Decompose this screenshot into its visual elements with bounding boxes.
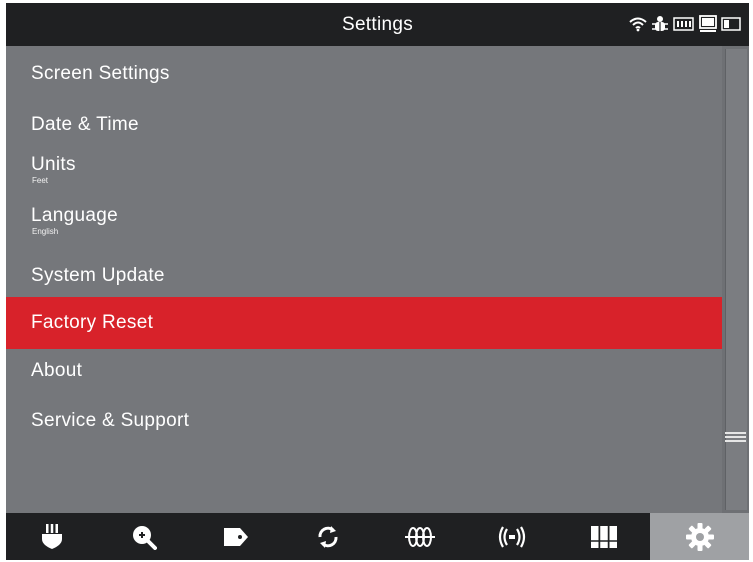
menu-item-screen-settings[interactable]: Screen Settings: [6, 46, 722, 101]
tag-tool-button[interactable]: [190, 513, 282, 560]
menu-item-language[interactable]: Language English: [6, 196, 722, 251]
window-icon: [721, 17, 741, 31]
grid-tool-button[interactable]: [558, 513, 650, 560]
menu-item-label: Factory Reset: [31, 312, 154, 333]
menu-item-label: Service & Support: [31, 410, 190, 431]
probe-tool-button[interactable]: [6, 513, 98, 560]
tag-icon: [222, 526, 250, 548]
bottom-toolbar: [6, 513, 749, 560]
refresh-tool-button[interactable]: [282, 513, 374, 560]
menu-item-system-update[interactable]: System Update: [6, 251, 722, 296]
menu-item-label: Date & Time: [31, 114, 139, 135]
settings-tool-button[interactable]: [650, 513, 749, 560]
menu-item-value: English: [32, 227, 59, 236]
menu-item-label: About: [31, 360, 83, 381]
menu-item-units[interactable]: Units Feet: [6, 146, 722, 196]
device-screen: Settings Screen Settings Date & Time Uni…: [6, 3, 749, 560]
battery-icon: [673, 17, 695, 31]
title-bar: Settings: [6, 3, 749, 46]
wifi-icon: [629, 16, 647, 32]
signal-tool-button[interactable]: [466, 513, 558, 560]
coil-tool-button[interactable]: [374, 513, 466, 560]
status-icons: [629, 14, 741, 34]
zoom-in-icon: [131, 524, 157, 550]
menu-item-label: Units: [31, 154, 76, 175]
menu-item-value: Feet: [32, 176, 49, 185]
gear-icon: [685, 522, 715, 552]
menu-item-factory-reset[interactable]: Factory Reset: [6, 297, 722, 349]
menu-item-label: Language: [31, 205, 118, 226]
menu-item-about[interactable]: About: [6, 349, 722, 394]
menu-item-label: Screen Settings: [31, 63, 170, 84]
menu-item-date-time[interactable]: Date & Time: [6, 101, 722, 146]
menu-item-service-support[interactable]: Service & Support: [6, 394, 722, 446]
menu-item-label: System Update: [31, 265, 165, 286]
signal-icon: [495, 524, 529, 550]
zoom-tool-button[interactable]: [98, 513, 190, 560]
monitor-icon: [699, 15, 717, 33]
refresh-icon: [315, 524, 341, 550]
scroll-handle[interactable]: [722, 428, 749, 446]
bug-icon: [651, 15, 669, 33]
grid-icon: [590, 525, 618, 549]
probe-icon: [40, 523, 64, 551]
coil-icon: [404, 525, 436, 549]
settings-menu: Screen Settings Date & Time Units Feet L…: [6, 46, 722, 513]
